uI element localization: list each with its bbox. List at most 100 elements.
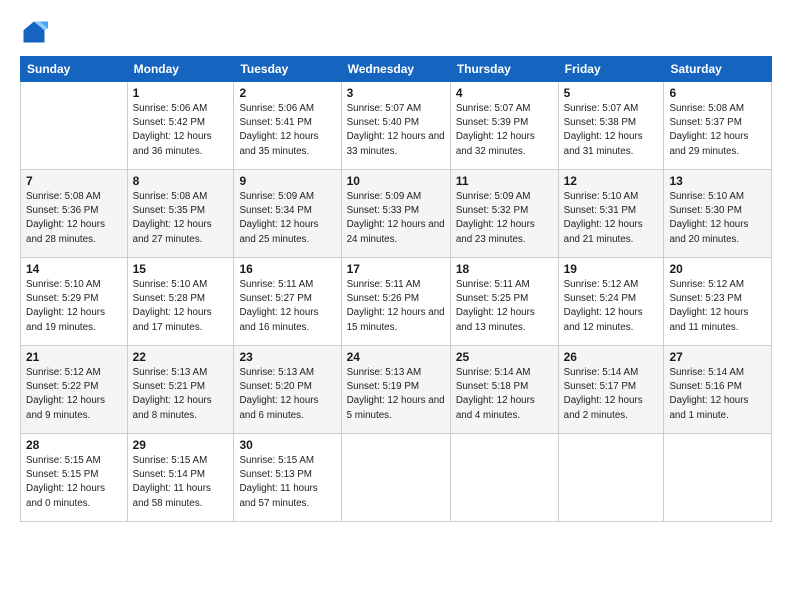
calendar-cell: 27 Sunrise: 5:14 AMSunset: 5:16 PMDayligh…	[664, 346, 772, 434]
calendar-cell: 26 Sunrise: 5:14 AMSunset: 5:17 PMDayligh…	[558, 346, 664, 434]
calendar-cell: 30Sunrise: 5:15 AMSunset: 5:13 PMDayligh…	[234, 434, 341, 522]
calendar-cell: 9Sunrise: 5:09 AMSunset: 5:34 PMDaylight…	[234, 170, 341, 258]
logo	[20, 18, 52, 46]
col-header-monday: Monday	[127, 57, 234, 82]
calendar-cell: 21Sunrise: 5:12 AMSunset: 5:22 PMDayligh…	[21, 346, 128, 434]
calendar-cell: 2 Sunrise: 5:06 AMSunset: 5:41 PMDaylight…	[234, 82, 341, 170]
day-number: 24	[347, 350, 445, 364]
calendar-header-row: SundayMondayTuesdayWednesdayThursdayFrid…	[21, 57, 772, 82]
day-number: 13	[669, 174, 766, 188]
calendar-cell	[558, 434, 664, 522]
calendar-cell: 1 Sunrise: 5:06 AMSunset: 5:42 PMDaylight…	[127, 82, 234, 170]
calendar-cell: 12 Sunrise: 5:10 AMSunset: 5:31 PMDayligh…	[558, 170, 664, 258]
calendar-week-2: 14 Sunrise: 5:10 AMSunset: 5:29 PMDayligh…	[21, 258, 772, 346]
page: SundayMondayTuesdayWednesdayThursdayFrid…	[0, 0, 792, 612]
day-number: 10	[347, 174, 445, 188]
calendar-week-0: 1 Sunrise: 5:06 AMSunset: 5:42 PMDaylight…	[21, 82, 772, 170]
day-number: 3	[347, 86, 445, 100]
col-header-sunday: Sunday	[21, 57, 128, 82]
day-number: 16	[239, 262, 335, 276]
day-number: 20	[669, 262, 766, 276]
day-info: Sunrise: 5:12 AMSunset: 5:24 PMDaylight:…	[564, 278, 659, 335]
calendar: SundayMondayTuesdayWednesdayThursdayFrid…	[20, 56, 772, 522]
day-info: Sunrise: 5:13 AMSunset: 5:21 PMDaylight:…	[133, 366, 229, 423]
calendar-week-4: 28Sunrise: 5:15 AMSunset: 5:15 PMDayligh…	[21, 434, 772, 522]
calendar-cell: 10 Sunrise: 5:09 AMSunset: 5:33 PMDayligh…	[341, 170, 450, 258]
calendar-cell	[664, 434, 772, 522]
day-info: Sunrise: 5:08 AMSunset: 5:35 PMDaylight:…	[133, 190, 229, 247]
calendar-cell: 28Sunrise: 5:15 AMSunset: 5:15 PMDayligh…	[21, 434, 128, 522]
day-number: 14	[26, 262, 122, 276]
col-header-thursday: Thursday	[450, 57, 558, 82]
day-info: Sunrise: 5:15 AMSunset: 5:15 PMDaylight:…	[26, 454, 122, 511]
calendar-cell: 5 Sunrise: 5:07 AMSunset: 5:38 PMDaylight…	[558, 82, 664, 170]
day-number: 27	[669, 350, 766, 364]
day-info: Sunrise: 5:10 AMSunset: 5:29 PMDaylight:…	[26, 278, 122, 335]
calendar-cell: 7Sunrise: 5:08 AMSunset: 5:36 PMDaylight…	[21, 170, 128, 258]
calendar-cell: 16 Sunrise: 5:11 AMSunset: 5:27 PMDayligh…	[234, 258, 341, 346]
day-number: 29	[133, 438, 229, 452]
col-header-saturday: Saturday	[664, 57, 772, 82]
day-number: 9	[239, 174, 335, 188]
calendar-week-1: 7Sunrise: 5:08 AMSunset: 5:36 PMDaylight…	[21, 170, 772, 258]
calendar-cell	[21, 82, 128, 170]
day-info: Sunrise: 5:11 AMSunset: 5:26 PMDaylight:…	[347, 278, 445, 335]
day-info: Sunrise: 5:14 AMSunset: 5:18 PMDaylight:…	[456, 366, 553, 423]
day-info: Sunrise: 5:15 AMSunset: 5:14 PMDaylight:…	[133, 454, 229, 511]
day-number: 22	[133, 350, 229, 364]
header	[20, 18, 772, 46]
calendar-week-3: 21Sunrise: 5:12 AMSunset: 5:22 PMDayligh…	[21, 346, 772, 434]
calendar-cell: 22 Sunrise: 5:13 AMSunset: 5:21 PMDayligh…	[127, 346, 234, 434]
calendar-cell: 25 Sunrise: 5:14 AMSunset: 5:18 PMDayligh…	[450, 346, 558, 434]
day-number: 5	[564, 86, 659, 100]
day-info: Sunrise: 5:10 AMSunset: 5:28 PMDaylight:…	[133, 278, 229, 335]
day-info: Sunrise: 5:10 AMSunset: 5:30 PMDaylight:…	[669, 190, 766, 247]
calendar-cell: 19 Sunrise: 5:12 AMSunset: 5:24 PMDayligh…	[558, 258, 664, 346]
day-info: Sunrise: 5:07 AMSunset: 5:39 PMDaylight:…	[456, 102, 553, 159]
calendar-cell: 17 Sunrise: 5:11 AMSunset: 5:26 PMDayligh…	[341, 258, 450, 346]
calendar-cell: 29 Sunrise: 5:15 AMSunset: 5:14 PMDayligh…	[127, 434, 234, 522]
col-header-friday: Friday	[558, 57, 664, 82]
day-info: Sunrise: 5:10 AMSunset: 5:31 PMDaylight:…	[564, 190, 659, 247]
day-info: Sunrise: 5:13 AMSunset: 5:19 PMDaylight:…	[347, 366, 445, 423]
day-number: 23	[239, 350, 335, 364]
day-info: Sunrise: 5:06 AMSunset: 5:42 PMDaylight:…	[133, 102, 229, 159]
calendar-cell: 20Sunrise: 5:12 AMSunset: 5:23 PMDayligh…	[664, 258, 772, 346]
calendar-cell: 6Sunrise: 5:08 AMSunset: 5:37 PMDaylight…	[664, 82, 772, 170]
day-info: Sunrise: 5:07 AMSunset: 5:40 PMDaylight:…	[347, 102, 445, 159]
day-number: 8	[133, 174, 229, 188]
day-info: Sunrise: 5:09 AMSunset: 5:33 PMDaylight:…	[347, 190, 445, 247]
calendar-cell: 11Sunrise: 5:09 AMSunset: 5:32 PMDayligh…	[450, 170, 558, 258]
col-header-wednesday: Wednesday	[341, 57, 450, 82]
day-number: 1	[133, 86, 229, 100]
day-number: 17	[347, 262, 445, 276]
calendar-cell: 4Sunrise: 5:07 AMSunset: 5:39 PMDaylight…	[450, 82, 558, 170]
day-number: 2	[239, 86, 335, 100]
logo-icon	[20, 18, 48, 46]
calendar-cell: 8 Sunrise: 5:08 AMSunset: 5:35 PMDaylight…	[127, 170, 234, 258]
day-number: 26	[564, 350, 659, 364]
day-info: Sunrise: 5:12 AMSunset: 5:22 PMDaylight:…	[26, 366, 122, 423]
calendar-cell: 15Sunrise: 5:10 AMSunset: 5:28 PMDayligh…	[127, 258, 234, 346]
day-number: 25	[456, 350, 553, 364]
day-info: Sunrise: 5:08 AMSunset: 5:36 PMDaylight:…	[26, 190, 122, 247]
calendar-cell	[450, 434, 558, 522]
day-info: Sunrise: 5:11 AMSunset: 5:25 PMDaylight:…	[456, 278, 553, 335]
day-info: Sunrise: 5:14 AMSunset: 5:16 PMDaylight:…	[669, 366, 766, 423]
day-info: Sunrise: 5:06 AMSunset: 5:41 PMDaylight:…	[239, 102, 335, 159]
day-info: Sunrise: 5:07 AMSunset: 5:38 PMDaylight:…	[564, 102, 659, 159]
col-header-tuesday: Tuesday	[234, 57, 341, 82]
calendar-cell: 3 Sunrise: 5:07 AMSunset: 5:40 PMDaylight…	[341, 82, 450, 170]
day-number: 12	[564, 174, 659, 188]
day-info: Sunrise: 5:11 AMSunset: 5:27 PMDaylight:…	[239, 278, 335, 335]
day-info: Sunrise: 5:14 AMSunset: 5:17 PMDaylight:…	[564, 366, 659, 423]
day-info: Sunrise: 5:08 AMSunset: 5:37 PMDaylight:…	[669, 102, 766, 159]
day-number: 18	[456, 262, 553, 276]
day-number: 30	[239, 438, 335, 452]
calendar-cell: 13 Sunrise: 5:10 AMSunset: 5:30 PMDayligh…	[664, 170, 772, 258]
calendar-cell: 18 Sunrise: 5:11 AMSunset: 5:25 PMDayligh…	[450, 258, 558, 346]
day-info: Sunrise: 5:09 AMSunset: 5:32 PMDaylight:…	[456, 190, 553, 247]
calendar-cell: 14 Sunrise: 5:10 AMSunset: 5:29 PMDayligh…	[21, 258, 128, 346]
day-number: 19	[564, 262, 659, 276]
calendar-cell	[341, 434, 450, 522]
